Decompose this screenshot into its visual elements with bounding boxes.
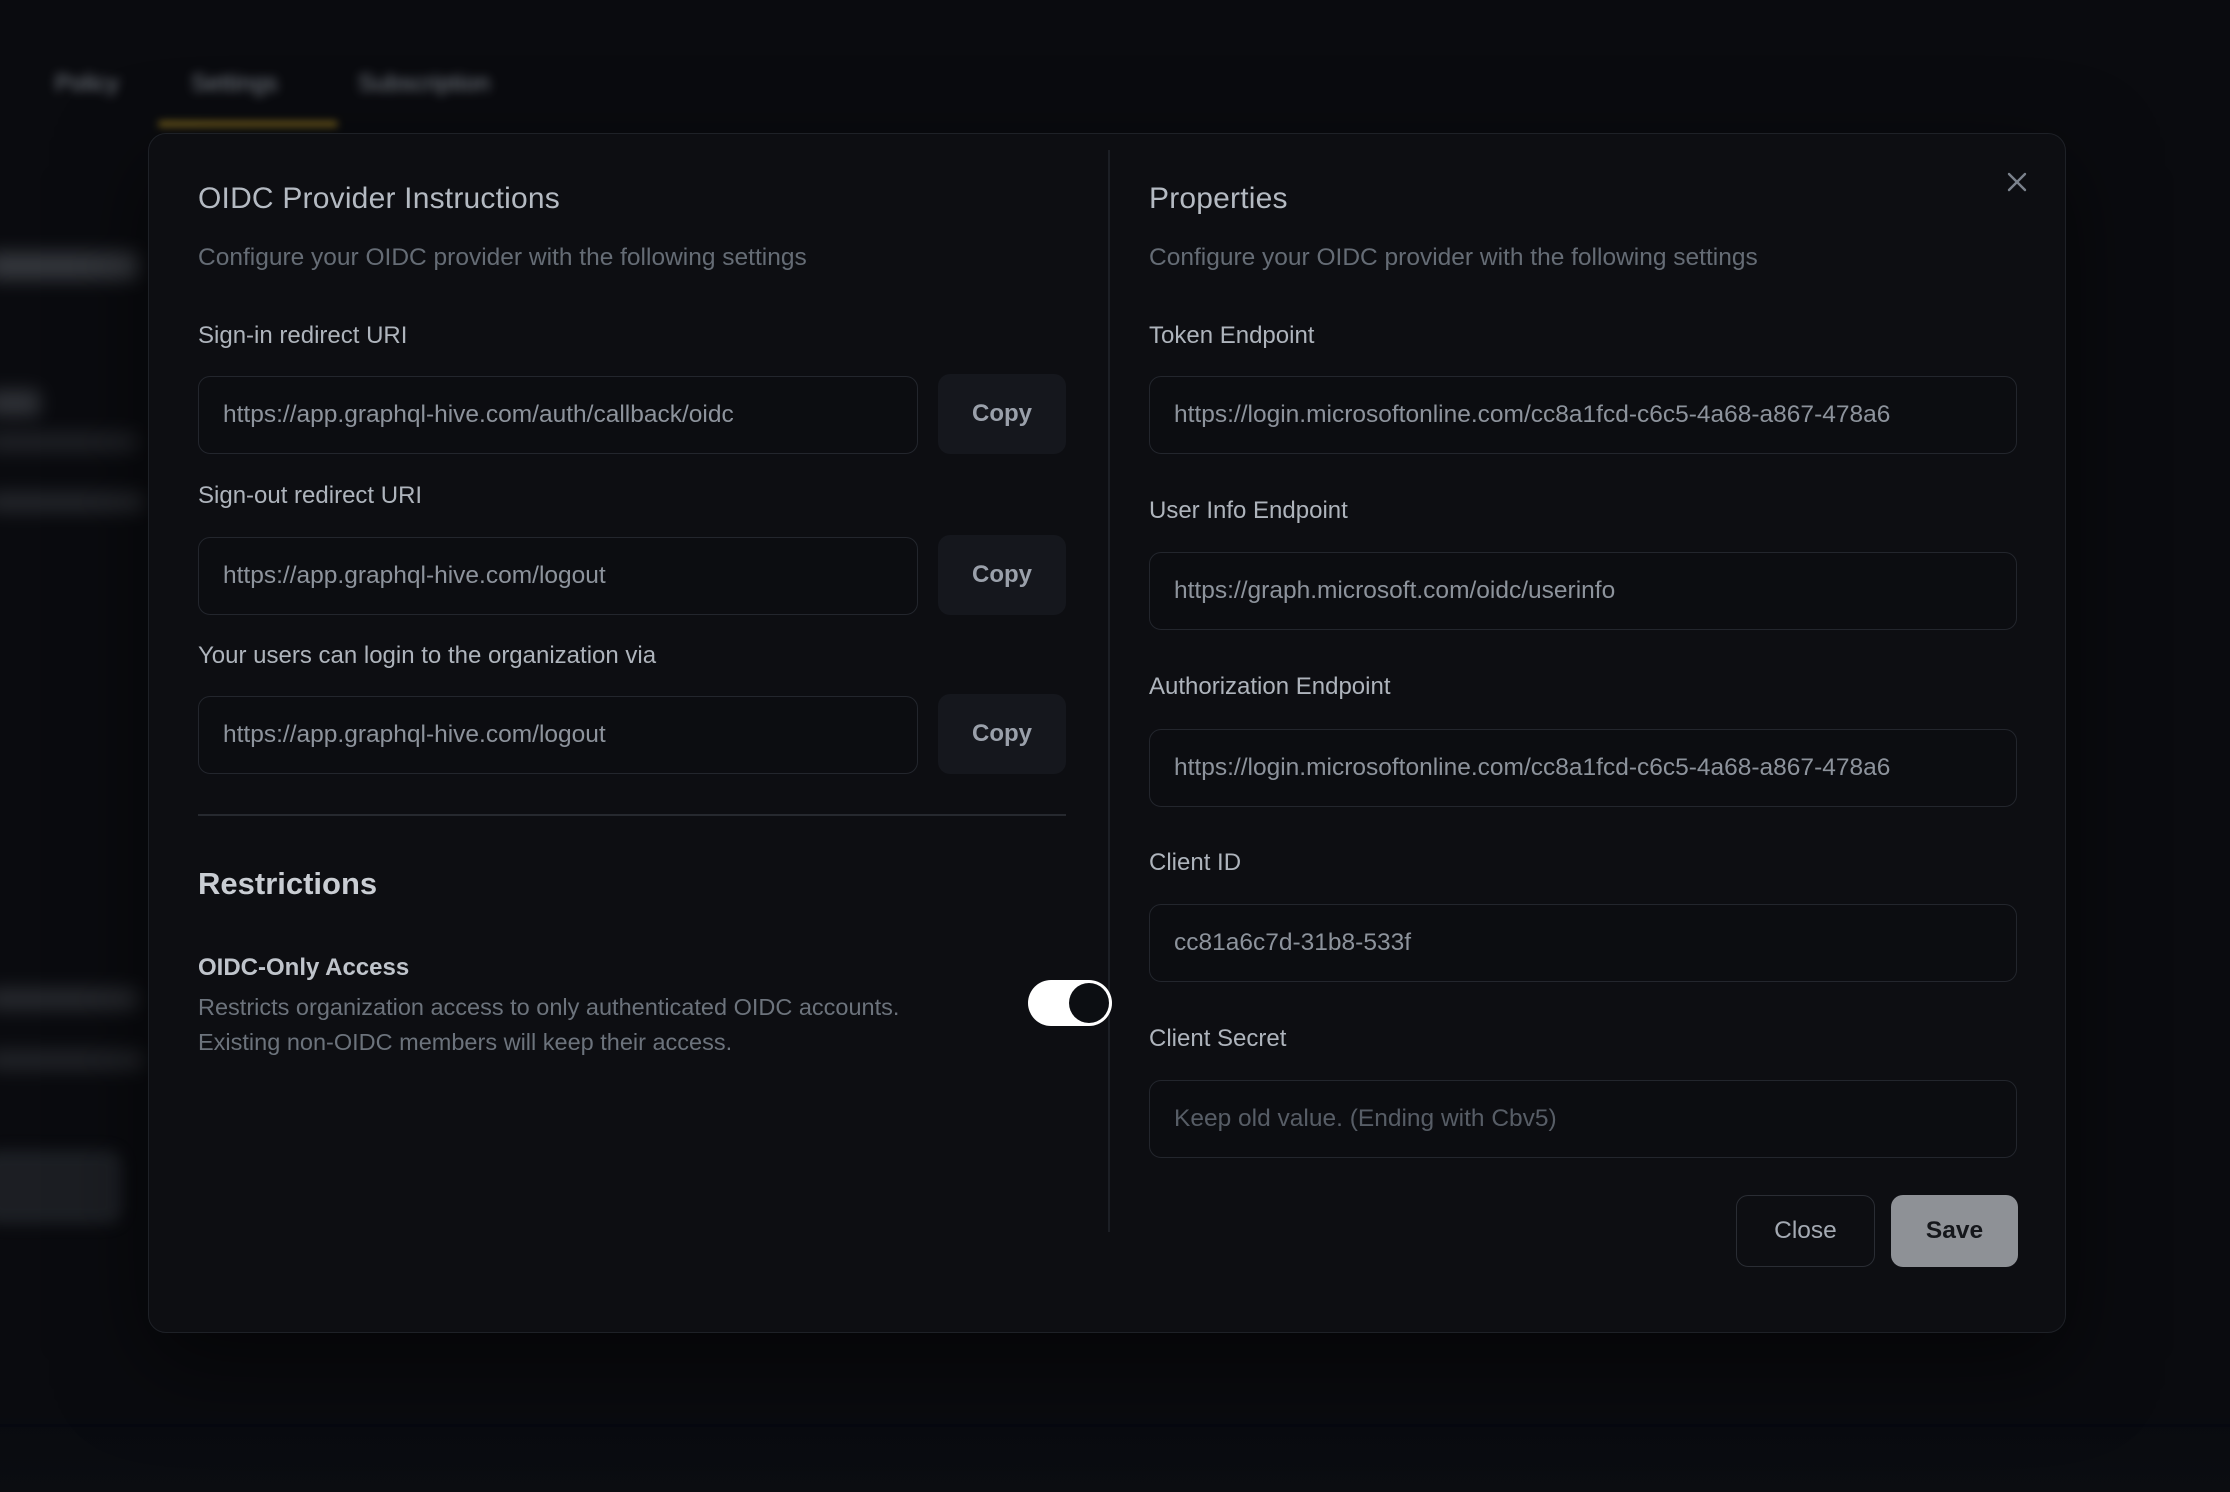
tab-policy[interactable]: Policy: [55, 70, 119, 98]
client-id-input[interactable]: [1149, 904, 2017, 982]
sign-out-redirect-uri-input[interactable]: [198, 537, 918, 615]
page-footer-divider: [0, 1424, 2230, 1427]
client-secret-label: Client Secret: [1149, 1025, 1286, 1053]
description-line: Restricts organization access to only au…: [198, 990, 899, 1025]
active-tab-underline: [158, 121, 338, 127]
token-endpoint-input[interactable]: [1149, 376, 2017, 454]
instructions-title: OIDC Provider Instructions: [198, 182, 560, 216]
instructions-subtitle: Configure your OIDC provider with the fo…: [198, 244, 807, 272]
sign-in-redirect-uri-label: Sign-in redirect URI: [198, 322, 407, 350]
save-button[interactable]: Save: [1891, 1195, 2018, 1267]
oidc-settings-modal: OIDC Provider Instructions Configure you…: [148, 133, 2066, 1333]
sign-out-redirect-uri-label: Sign-out redirect URI: [198, 482, 422, 510]
user-info-endpoint-input[interactable]: [1149, 552, 2017, 630]
copy-button[interactable]: Copy: [938, 535, 1066, 615]
copy-button[interactable]: Copy: [938, 694, 1066, 774]
oidc-only-toggle[interactable]: [1028, 980, 1112, 1026]
background-blur-text: [0, 432, 138, 452]
properties-title: Properties: [1149, 182, 1288, 216]
token-endpoint-label: Token Endpoint: [1149, 322, 1314, 350]
properties-section: Properties Configure your OIDC provider …: [1149, 134, 2017, 1332]
properties-subtitle: Configure your OIDC provider with the fo…: [1149, 244, 1758, 272]
modal-footer: Close Save: [1149, 1195, 2017, 1267]
page: Policy Settings Subscription OIDC Provid…: [0, 0, 2230, 1492]
login-via-input[interactable]: [198, 696, 918, 774]
oidc-only-access-label: OIDC-Only Access: [198, 954, 409, 982]
description-line: Existing non-OIDC members will keep thei…: [198, 1025, 899, 1060]
client-id-label: Client ID: [1149, 849, 1241, 877]
column-divider: [1108, 150, 1110, 1232]
toggle-knob: [1069, 983, 1109, 1023]
user-info-endpoint-label: User Info Endpoint: [1149, 497, 1348, 525]
oidc-only-access-description: Restricts organization access to only au…: [198, 990, 899, 1060]
background-blur-button: [0, 1150, 122, 1224]
background-blur-text: [0, 988, 138, 1010]
background-blur-text: [0, 252, 138, 280]
background-blur-text: [0, 390, 40, 416]
tab-subscription[interactable]: Subscription: [358, 70, 490, 98]
tab-settings[interactable]: Settings: [191, 70, 278, 98]
background-blur-text: [0, 1050, 144, 1070]
close-button[interactable]: Close: [1736, 1195, 1875, 1267]
page-footer-band: [0, 1418, 2230, 1492]
login-via-label: Your users can login to the organization…: [198, 642, 656, 670]
instructions-section: OIDC Provider Instructions Configure you…: [198, 134, 1066, 1332]
restrictions-divider: [198, 814, 1066, 816]
sign-in-redirect-uri-input[interactable]: [198, 376, 918, 454]
restrictions-title: Restrictions: [198, 866, 377, 902]
copy-button[interactable]: Copy: [938, 374, 1066, 454]
authorization-endpoint-input[interactable]: [1149, 729, 2017, 807]
authorization-endpoint-label: Authorization Endpoint: [1149, 673, 1391, 701]
client-secret-input[interactable]: [1149, 1080, 2017, 1158]
background-blur-text: [0, 492, 144, 512]
